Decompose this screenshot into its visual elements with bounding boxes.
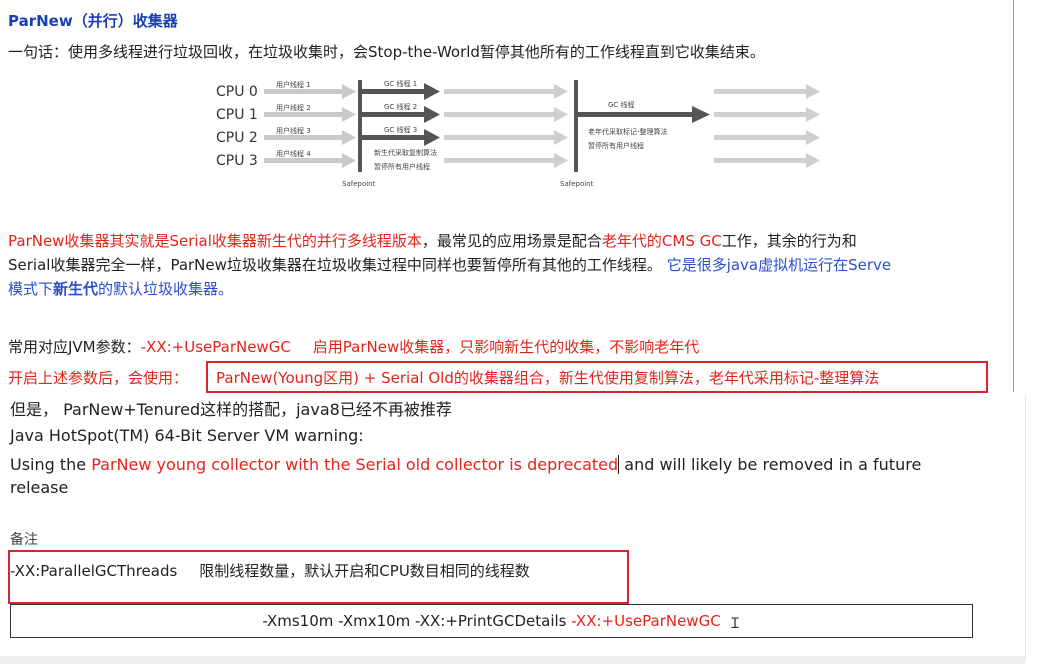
remark-line: -XX:ParallelGCThreads 限制线程数量，默认开启和CPU数目相同… [10,560,530,581]
gc-thread-label-2: GC 线程 2 [384,102,417,111]
cpu-label-0: CPU 0 [216,84,258,100]
gc-thread-label-1: GC 线程 1 [384,79,417,88]
cpu-label-3: CPU 3 [216,153,258,169]
note-line3-deprecated: ParNew young collector with the Serial o… [91,455,619,474]
old-note-2: 暂停所有用户线程 [588,141,644,150]
jvm-enable-text: ParNew(Young区用) + Serial Old的收集器组合，新生代使用… [216,369,880,387]
text-cursor-icon: Ｉ [728,616,742,632]
gc-thread-single-label: GC 线程 [608,100,635,109]
para1-text-b: ，最常见的应用场景是配合 [421,232,602,250]
safepoint-label-1: Safepoint [342,180,376,188]
bottom-scrollbar[interactable] [0,656,1025,664]
command-box[interactable]: -Xms10m -Xmx10m -XX:+PrintGCDetails -XX:… [10,604,973,638]
command-text: -Xms10m -Xmx10m -XX:+PrintGCDetails -XX:… [11,612,972,630]
para1-bold-l3b: 新生代 [53,280,99,298]
safepoint-label-2: Safepoint [560,180,594,188]
note-line3-a: Using the [10,455,92,474]
para1-line2: Serial收集器完全一样，ParNew垃圾收集器在垃圾收集过程中同样也要暂停所… [8,254,891,275]
note-line2: Java HotSpot(TM) 64-Bit Server VM warnin… [10,426,364,445]
parnew-diagram: CPU 0 CPU 1 CPU 2 CPU 3 用户线程 1 用户线程 2 用户… [212,76,828,194]
user-thread-label-1: 用户线程 1 [276,80,311,89]
para1-text-l2a: Serial收集器完全一样，ParNew垃圾收集器在垃圾收集过程中同样也要暂停所… [8,256,662,274]
note-line4: release [10,478,69,497]
note-line3: Using the ParNew young collector with th… [10,455,922,474]
remark-flag: -XX:ParallelGCThreads [10,562,178,580]
user-thread-label-2: 用户线程 2 [276,103,311,112]
jvm-desc: 启用ParNew收集器，只影响新生代的收集，不影响老年代 [312,338,700,356]
remark-label: 备注 [10,532,38,548]
young-note-1: 新生代采取复制算法 [374,148,437,157]
summary-line: 一句话：使用多线程进行垃圾回收，在垃圾收集时，会Stop-the-World暂停… [8,43,765,61]
para1-blue-l2b: 它是很多java虚拟机运行在Serve [666,256,892,274]
note-line1: 但是， ParNew+Tenured这样的搭配，java8已经不再被推荐 [10,400,452,419]
old-note-1: 老年代采取标记-整理算法 [588,127,668,136]
cpu-label-1: CPU 1 [216,107,258,123]
cpu-label-2: CPU 2 [216,130,258,146]
page-right-border [1013,0,1014,392]
page-title: ParNew（并行）收集器 [8,12,178,30]
jvm-param-line: 常用对应JVM参数：-XX:+UseParNewGC 启用ParNew收集器，只影… [8,336,699,357]
command-prefix: -Xms10m -Xmx10m -XX:+PrintGCDetails [262,612,572,630]
safepoint-bar-2 [574,80,578,172]
jvm-flag: -XX:+UseParNewGC [140,338,291,356]
gc-thread-label-3: GC 线程 3 [384,125,417,134]
lower-right-border [1025,395,1026,660]
jvm-label: 常用对应JVM参数： [8,338,141,356]
remark-desc: 限制线程数量，默认开启和CPU数目相同的线程数 [199,562,530,580]
jvm-enable-label: 开启上述参数后，会使用： [8,369,189,387]
para1-text-l3c: 的默认垃圾收集器。 [98,280,234,298]
para1-line3: 模式下新生代的默认垃圾收集器。 [8,278,233,299]
para1-text-d: 工作，其余的行为和 [721,232,857,250]
user-thread-label-4: 用户线程 4 [276,149,311,158]
para1-line1: ParNew收集器其实就是Serial收集器新生代的并行多线程版本，最常见的应用… [8,230,857,251]
young-note-2: 暂停所有用户线程 [374,162,430,171]
para1-highlight-a: ParNew收集器其实就是Serial收集器新生代的并行多线程版本 [8,232,422,250]
user-thread-label-3: 用户线程 3 [276,126,311,135]
safepoint-bar-1 [358,80,362,172]
note-line3-c: and will likely be removed in a future [618,455,922,474]
command-flag: -XX:+UseParNewGC [571,612,721,630]
para1-text-l3a: 模式下 [8,280,54,298]
para1-highlight-c: 老年代的CMS GC [601,232,722,250]
